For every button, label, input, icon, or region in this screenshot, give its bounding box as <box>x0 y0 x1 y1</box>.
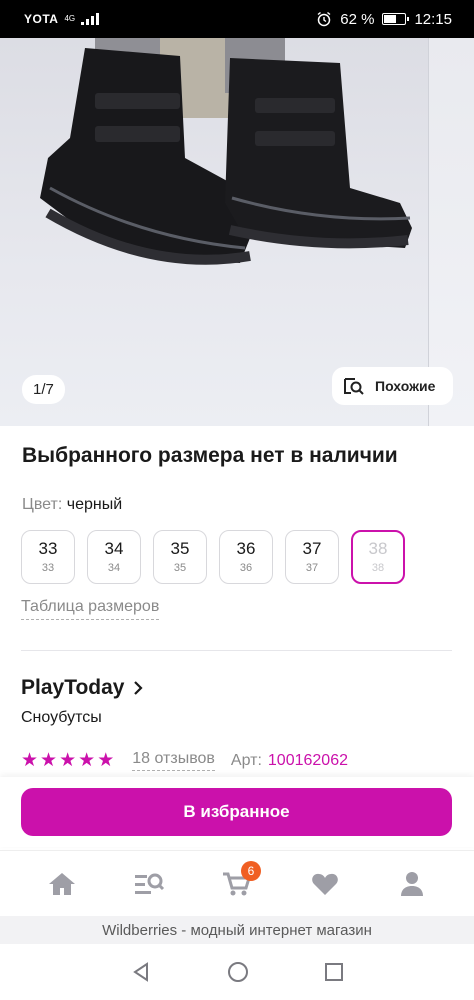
star-icon: ★ <box>78 750 96 771</box>
status-bar: YOTA 4G 62 % 12:15 <box>0 0 474 38</box>
reviews-link[interactable]: 18 отзывов <box>132 750 215 771</box>
cart-badge: 6 <box>240 860 261 881</box>
tab-catalog[interactable] <box>119 859 179 909</box>
chevron-right-icon <box>134 681 144 695</box>
battery-icon <box>382 13 410 25</box>
bottom-tab-bar: 6 <box>0 850 474 916</box>
size-value: 35 <box>170 539 190 558</box>
tab-cart[interactable]: 6 <box>207 859 267 909</box>
network-type: 4G <box>64 14 76 23</box>
color-value: черный <box>66 496 123 513</box>
system-nav-bar <box>0 944 474 1000</box>
heart-icon <box>311 873 338 895</box>
recents-icon[interactable] <box>324 962 344 982</box>
size-value: 33 <box>38 539 58 558</box>
back-icon[interactable] <box>130 961 152 983</box>
availability-notice: Выбранного размера нет в наличии <box>22 444 398 467</box>
size-ru-value: 37 <box>305 562 319 574</box>
size-option[interactable]: 35 35 <box>153 530 207 584</box>
star-icon: ★ <box>59 750 77 771</box>
size-option[interactable]: 33 33 <box>21 530 75 584</box>
rating-stars[interactable]: ★ ★ ★ ★ ★ <box>21 749 114 772</box>
size-value: 38 <box>368 539 388 558</box>
status-left: YOTA 4G <box>24 12 100 26</box>
size-value: 36 <box>236 539 256 558</box>
size-ru-value: 38 <box>371 562 385 574</box>
tab-profile[interactable] <box>382 859 442 909</box>
size-ru-value: 35 <box>173 562 187 574</box>
color-row: Цвет: черный <box>22 496 122 514</box>
size-selector: 33 33 34 34 35 35 36 36 37 37 38 38 <box>21 530 405 584</box>
star-icon: ★ <box>97 750 115 771</box>
size-table-link[interactable]: Таблица размеров <box>21 598 160 620</box>
home-icon <box>48 872 75 895</box>
signal-icon <box>81 13 100 25</box>
product-name: Сноубутсы <box>21 709 102 726</box>
image-counter: 1/7 <box>22 375 65 404</box>
catalog-search-icon <box>135 873 165 894</box>
size-value: 34 <box>104 539 124 558</box>
size-ru-value: 36 <box>239 562 253 574</box>
size-ru-value: 33 <box>41 562 55 574</box>
similar-label: Похожие <box>375 378 436 394</box>
star-icon: ★ <box>21 750 39 771</box>
carrier-label: YOTA <box>24 12 59 26</box>
add-to-favorites-button[interactable]: В избранное <box>21 788 452 836</box>
home-nav-icon[interactable] <box>226 960 250 984</box>
size-ru-value: 34 <box>107 562 121 574</box>
battery-percent: 62 % <box>340 10 375 28</box>
rating-row: ★ ★ ★ ★ ★ 18 отзывов Арт: 100162062 <box>21 749 348 772</box>
tab-home[interactable] <box>32 859 92 909</box>
site-footer: Wildberries - модный интернет магазин <box>0 916 474 944</box>
brand-name: PlayToday <box>21 676 125 699</box>
size-option[interactable]: 37 37 <box>285 530 339 584</box>
star-icon: ★ <box>40 750 58 771</box>
tab-favorites[interactable] <box>295 859 355 909</box>
article-label: Арт: <box>230 751 262 769</box>
size-value: 37 <box>302 539 322 558</box>
divider <box>21 650 452 651</box>
article-value: 100162062 <box>267 751 348 769</box>
size-option[interactable]: 36 36 <box>219 530 273 584</box>
profile-icon <box>401 871 424 896</box>
brand-link[interactable]: PlayToday <box>21 676 144 700</box>
status-right: 62 % 12:15 <box>316 11 452 28</box>
similar-button[interactable]: Похожие <box>332 367 453 405</box>
clock: 12:15 <box>414 10 452 28</box>
similar-search-icon <box>344 378 364 395</box>
alarm-icon <box>317 11 331 27</box>
color-label: Цвет: <box>22 496 63 513</box>
size-option-selected[interactable]: 38 38 <box>351 530 405 584</box>
size-option[interactable]: 34 34 <box>87 530 141 584</box>
